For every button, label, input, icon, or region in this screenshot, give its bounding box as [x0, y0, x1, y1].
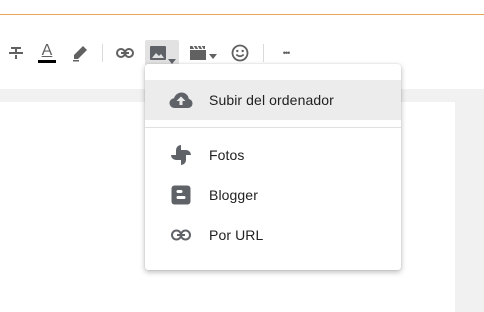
insert-video-icon	[190, 45, 206, 60]
link-icon[interactable]	[114, 42, 136, 64]
insert-video-button[interactable]	[188, 42, 218, 64]
toolbar-separator	[102, 44, 103, 62]
top-strip	[0, 0, 484, 15]
menu-item-photos[interactable]: Fotos	[145, 135, 401, 175]
menu-item-label: Por URL	[209, 227, 264, 243]
menu-item-blogger[interactable]: Blogger	[145, 175, 401, 215]
text-color-button[interactable]: A	[36, 42, 58, 64]
text-color-icon: A	[41, 41, 53, 59]
menu-item-label: Subir del ordenador	[209, 92, 334, 108]
toolbar-separator	[263, 44, 264, 62]
insert-image-button[interactable]	[145, 40, 179, 66]
chevron-down-icon	[209, 53, 217, 59]
link-icon	[169, 223, 193, 247]
insert-image-icon	[149, 44, 167, 62]
blogger-icon	[169, 183, 193, 207]
more-options-icon[interactable]: •••	[275, 42, 297, 64]
emoji-icon[interactable]	[229, 42, 251, 64]
photos-pinwheel-icon	[169, 143, 193, 167]
menu-item-by-url[interactable]: Por URL	[145, 215, 401, 255]
menu-item-label: Blogger	[209, 187, 258, 203]
menu-divider	[145, 127, 401, 128]
text-color-swatch	[38, 59, 56, 63]
menu-item-label: Fotos	[209, 147, 245, 163]
menu-item-upload-from-computer[interactable]: Subir del ordenador	[145, 80, 401, 120]
cloud-upload-icon	[169, 88, 193, 112]
highlight-pen-icon[interactable]	[69, 42, 91, 64]
insert-image-menu: Subir del ordenador Fotos Blogger Por UR…	[145, 64, 401, 270]
strikethrough-icon[interactable]	[5, 42, 27, 64]
